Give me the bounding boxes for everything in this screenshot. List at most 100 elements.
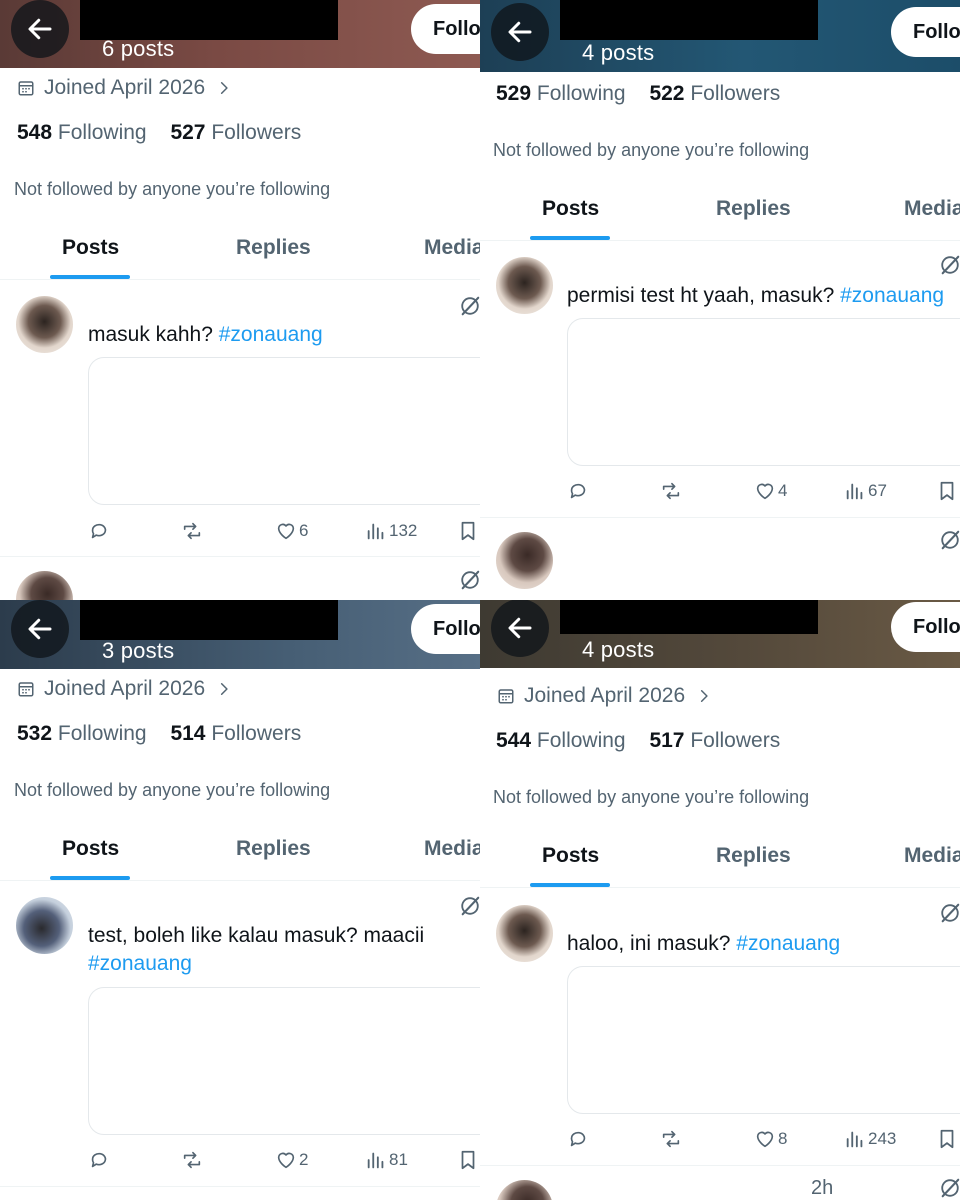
tab-replies[interactable]: Replies: [716, 197, 791, 221]
calendar-icon: [17, 79, 35, 97]
followers-label: Followers: [211, 121, 302, 144]
followers-count: 514: [170, 722, 206, 745]
follow-button[interactable]: Follo: [411, 4, 480, 54]
following-link[interactable]: 544 Following: [496, 729, 626, 752]
grok-icon[interactable]: [939, 529, 960, 551]
back-button[interactable]: [491, 600, 549, 657]
reply-icon: [88, 1149, 110, 1171]
like-button[interactable]: 2: [275, 1149, 308, 1171]
followers-link[interactable]: 527 Followers: [170, 121, 301, 144]
avatar[interactable]: [16, 296, 73, 353]
tweet-media[interactable]: [567, 966, 960, 1114]
tab-replies[interactable]: Replies: [236, 837, 311, 861]
reply-button[interactable]: [567, 480, 589, 502]
joined-date[interactable]: Joined April 2026: [17, 76, 231, 100]
avatar[interactable]: [16, 897, 73, 954]
tab-posts[interactable]: Posts: [542, 844, 599, 868]
repost-button[interactable]: [181, 520, 203, 542]
followers-link[interactable]: 514 Followers: [170, 722, 301, 745]
views-count: 81: [389, 1150, 408, 1169]
views-button[interactable]: 132: [365, 520, 417, 542]
grok-icon[interactable]: [939, 254, 960, 276]
tab-media[interactable]: Media: [904, 844, 960, 868]
bookmark-button[interactable]: [936, 1128, 958, 1150]
arrow-left-icon: [25, 14, 55, 44]
like-button[interactable]: 6: [275, 520, 308, 542]
reply-button[interactable]: [88, 520, 110, 542]
followers-link[interactable]: 517 Followers: [649, 729, 780, 752]
avatar[interactable]: [16, 571, 73, 600]
reply-button[interactable]: [567, 1128, 589, 1150]
back-button[interactable]: [11, 0, 69, 58]
tweet-media[interactable]: [567, 318, 960, 466]
avatar[interactable]: [496, 532, 553, 589]
follow-button[interactable]: Follo: [891, 7, 960, 57]
repost-button[interactable]: [660, 1128, 682, 1150]
bookmark-button[interactable]: [936, 480, 958, 502]
back-button[interactable]: [491, 3, 549, 61]
grok-icon[interactable]: [459, 895, 480, 917]
tab-posts[interactable]: Posts: [62, 837, 119, 861]
post-timestamp: 2h: [811, 1177, 834, 1199]
follow-button[interactable]: Follo: [411, 604, 480, 654]
grok-icon[interactable]: [939, 1177, 960, 1199]
views-button[interactable]: 243: [844, 1128, 896, 1150]
repost-button[interactable]: [181, 1149, 203, 1171]
following-label: Following: [57, 121, 147, 144]
tweet-media[interactable]: [88, 987, 480, 1135]
tab-media[interactable]: Media: [424, 837, 480, 861]
tab-posts[interactable]: Posts: [542, 197, 599, 221]
following-link[interactable]: 532 Following: [17, 722, 147, 745]
profile-tabs: Posts Replies Media: [0, 230, 480, 280]
tab-media[interactable]: Media: [424, 236, 480, 260]
divider: [0, 1186, 480, 1187]
grok-icon[interactable]: [939, 902, 960, 924]
views-count: 67: [868, 481, 887, 500]
repost-button[interactable]: [660, 480, 682, 502]
avatar[interactable]: [496, 257, 553, 314]
followers-label: Followers: [690, 82, 781, 105]
follow-button[interactable]: Follo: [891, 602, 960, 652]
heart-icon: [754, 480, 776, 502]
hashtag-link[interactable]: #zonauang: [219, 323, 323, 346]
profile-tabs: Posts Replies Media: [480, 191, 960, 241]
not-followed-note: Not followed by anyone you’re following: [493, 787, 810, 807]
views-icon: [844, 480, 866, 502]
following-count: 544: [496, 729, 532, 752]
redacted-username: [560, 600, 818, 634]
tweet-media[interactable]: [88, 357, 480, 505]
grok-icon[interactable]: [459, 569, 480, 591]
joined-date[interactable]: Joined April 2026: [497, 684, 711, 708]
views-button[interactable]: 67: [844, 480, 887, 502]
grok-icon[interactable]: [459, 295, 480, 317]
like-button[interactable]: 8: [754, 1128, 787, 1150]
joined-date[interactable]: Joined April 2026: [17, 677, 231, 701]
calendar-icon: [17, 680, 35, 698]
back-button[interactable]: [11, 600, 69, 658]
following-link[interactable]: 548 Following: [17, 121, 147, 144]
redacted-username: [80, 600, 338, 640]
bookmark-button[interactable]: [457, 520, 479, 542]
joined-label: Joined April 2026: [524, 684, 686, 707]
tab-replies[interactable]: Replies: [236, 236, 311, 260]
profile-panel-2: 4 posts Follo 529 Following 522 Follower…: [480, 0, 960, 600]
tab-replies[interactable]: Replies: [716, 844, 791, 868]
like-button[interactable]: 4: [754, 480, 787, 502]
follow-stats: 544 Following 517 Followers: [496, 729, 780, 753]
avatar[interactable]: [496, 1180, 553, 1200]
following-link[interactable]: 529 Following: [496, 82, 626, 105]
bookmark-button[interactable]: [457, 1149, 479, 1171]
tab-media[interactable]: Media: [904, 197, 960, 221]
reply-button[interactable]: [88, 1149, 110, 1171]
like-count: 6: [299, 521, 309, 540]
hashtag-link[interactable]: #zonauang: [88, 950, 424, 978]
avatar[interactable]: [496, 905, 553, 962]
hashtag-link[interactable]: #zonauang: [840, 284, 944, 307]
profile-panel-3: 3 posts Follo Joined April 2026 532 Foll…: [0, 600, 480, 1200]
followers-link[interactable]: 522 Followers: [649, 82, 780, 105]
like-count: 8: [778, 1129, 788, 1148]
heart-icon: [754, 1128, 776, 1150]
hashtag-link[interactable]: #zonauang: [736, 932, 840, 955]
tab-posts[interactable]: Posts: [62, 236, 119, 260]
views-button[interactable]: 81: [365, 1149, 408, 1171]
